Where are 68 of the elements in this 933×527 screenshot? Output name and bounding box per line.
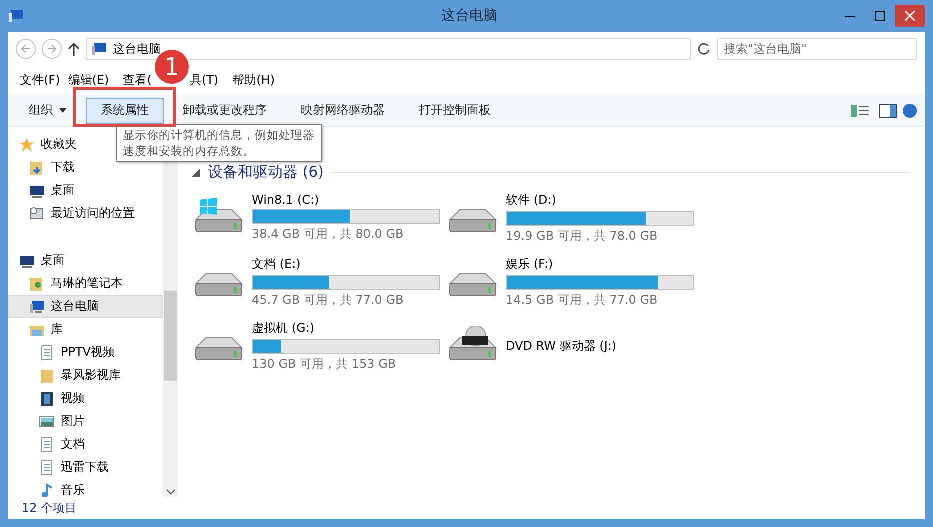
toolbar-button[interactable]: 组织 — [14, 98, 82, 124]
caret-icon — [59, 108, 67, 113]
drive-name[interactable]: DVD RW 驱动器 (J:) — [506, 338, 617, 354]
toolbar-button[interactable]: 系统属性 — [86, 98, 164, 124]
star-icon — [19, 136, 35, 152]
computer-icon — [29, 298, 45, 314]
up-arrow-icon — [68, 42, 80, 56]
document-icon — [39, 460, 55, 476]
forward-button[interactable] — [42, 39, 62, 59]
menu-item[interactable]: 文件(F) — [20, 70, 60, 91]
drive-name[interactable]: 软件 (D:) — [506, 192, 694, 208]
sidebar-item[interactable]: 暴风影视库 — [8, 364, 163, 387]
sidebar-item[interactable]: 音乐 — [8, 479, 163, 497]
user-folder-icon — [29, 276, 45, 292]
drive-name[interactable]: 文档 (E:) — [252, 256, 440, 272]
search-field[interactable]: 搜索"这台电脑" — [717, 38, 917, 60]
sidebar-item[interactable]: 文档 — [8, 433, 163, 456]
image-icon — [39, 414, 55, 430]
computer-icon — [8, 8, 24, 24]
drive-name[interactable]: Win8.1 (C:) — [252, 193, 440, 207]
sidebar-item[interactable]: 马琳的笔记本 — [8, 272, 163, 295]
free-space-text: 38.4 GB 可用，共 80.0 GB — [252, 226, 405, 243]
drive-name[interactable]: 娱乐 (F:) — [506, 256, 694, 272]
close-icon — [905, 11, 915, 21]
window-title: 这台电脑 — [440, 7, 498, 25]
computer-icon — [91, 41, 107, 57]
menu-item[interactable]: 编辑(E) — [68, 70, 110, 91]
scroll-down-icon[interactable] — [166, 489, 176, 497]
toolbar-button[interactable]: 卸载或更改程序 — [168, 98, 282, 124]
drive-name[interactable]: 虚拟机 (G:) — [252, 320, 440, 336]
group-heading: 设备和驱动器 (6) — [208, 163, 324, 182]
sidebar-item[interactable]: 这台电脑 — [8, 295, 163, 318]
free-space-text: 14.5 GB 可用，共 77.0 GB — [506, 292, 659, 308]
free-space-text: 130 GB 可用，共 153 GB — [252, 356, 398, 372]
recent-places-icon — [29, 206, 45, 222]
sidebar-item[interactable]: 桌面 — [8, 249, 163, 272]
music-note-icon — [39, 482, 55, 497]
folder-icon — [29, 160, 45, 176]
item-count: 12 个项目 — [22, 500, 78, 516]
close-button[interactable] — [895, 5, 925, 27]
toolbar-button[interactable]: 打开控制面板 — [404, 98, 506, 124]
free-space-text: 19.9 GB 可用，共 78.0 GB — [506, 228, 659, 244]
sidebar-item[interactable]: 视频 — [8, 387, 163, 410]
refresh-icon — [697, 42, 711, 56]
document-icon — [39, 436, 55, 452]
tooltip: 显示你的计算机的信息，例如处理器速度和安装的内存总数。 — [116, 124, 322, 162]
sidebar-item[interactable]: 桌面 — [8, 179, 163, 202]
menu-item[interactable]: 查看( — [123, 70, 152, 91]
document-icon — [39, 344, 55, 360]
film-icon — [39, 390, 55, 406]
sidebar-item[interactable]: 迅雷下载 — [8, 456, 163, 479]
sidebar-item[interactable]: 图片 — [8, 410, 163, 433]
sidebar-item[interactable]: 最近访问的位置 — [8, 202, 163, 225]
menu-item[interactable]: 具(T) — [190, 70, 219, 91]
forward-arrow-icon — [47, 44, 57, 54]
maximize-icon — [875, 11, 885, 21]
preview-pane-icon — [879, 102, 897, 118]
back-arrow-icon — [21, 44, 31, 54]
sidebar-item[interactable]: PPTV视频 — [8, 341, 163, 364]
collapse-triangle-icon[interactable] — [192, 168, 200, 176]
folder-icon — [39, 368, 55, 384]
sidebar-item[interactable]: 库 — [8, 318, 163, 341]
back-button[interactable] — [16, 39, 36, 59]
scrollbar-thumb[interactable] — [164, 291, 177, 381]
menu-item[interactable]: 帮助(H) — [232, 70, 275, 91]
toolbar-button[interactable]: 映射网络驱动器 — [286, 98, 400, 124]
free-space-text: 45.7 GB 可用，共 77.0 GB — [252, 292, 405, 308]
help-icon — [901, 102, 919, 118]
